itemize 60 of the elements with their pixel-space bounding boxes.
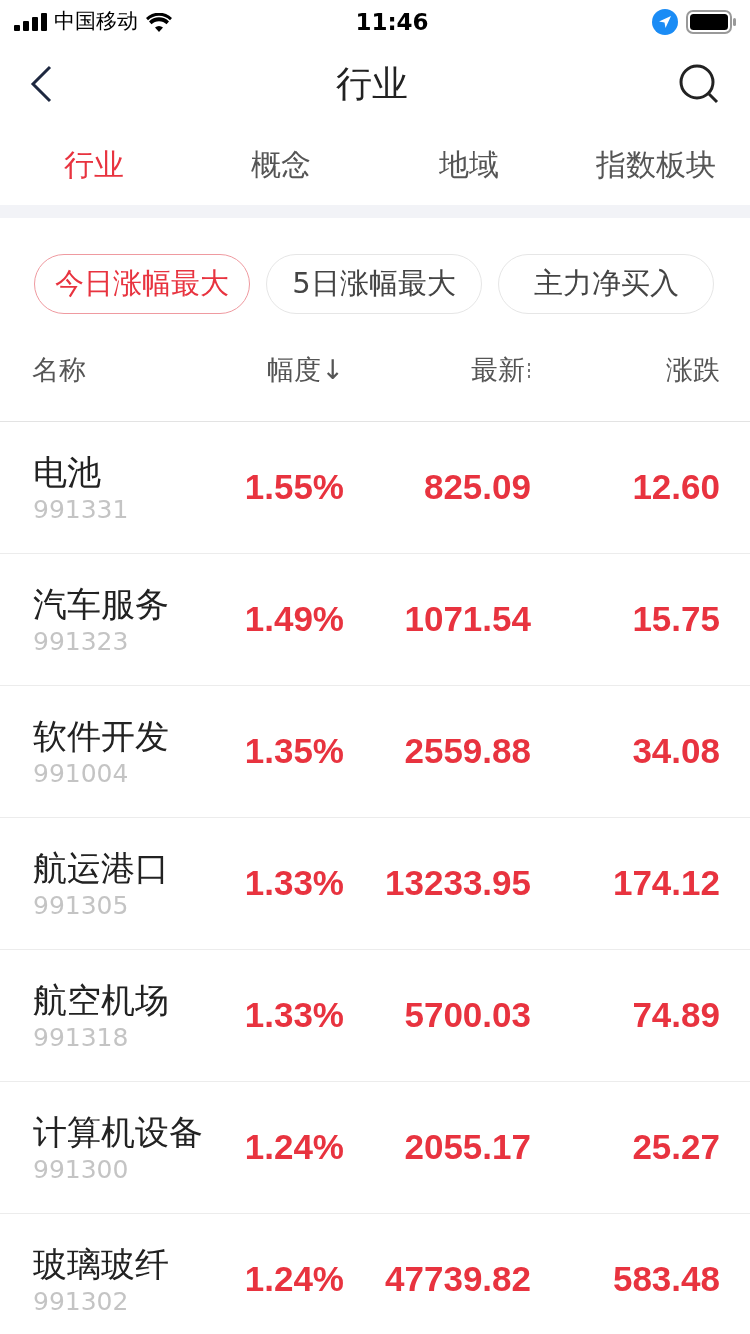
table-row[interactable]: 汽车服务 991323 1.49% 1071.54 15.75	[0, 554, 750, 686]
industry-name: 汽车服务	[33, 582, 170, 626]
table-row[interactable]: 玻璃玻纤 991302 1.24% 47739.82 583.48	[0, 1214, 750, 1334]
latest-price: 2559.88	[404, 730, 531, 773]
price-change: 34.08	[632, 730, 720, 773]
industry-code: 991318	[33, 1021, 130, 1054]
change-percent: 1.24%	[244, 1126, 344, 1169]
latest-price: 47739.82	[385, 1258, 531, 1301]
change-percent: 1.49%	[244, 598, 344, 641]
industry-name: 玻璃玻纤	[33, 1242, 170, 1286]
change-percent: 1.55%	[244, 466, 344, 509]
category-tab[interactable]: 指数板块	[596, 142, 717, 187]
latest-price: 5700.03	[404, 994, 531, 1037]
industry-code: 991300	[33, 1153, 130, 1186]
change-percent: 1.33%	[244, 994, 344, 1037]
table-row[interactable]: 电池 991331 1.55% 825.09 12.60	[0, 422, 750, 554]
category-tab[interactable]: 概念	[251, 142, 312, 187]
industry-name: 计算机设备	[33, 1110, 200, 1154]
column-header[interactable]: 幅度↓	[267, 350, 344, 391]
table-row[interactable]: 软件开发 991004 1.35% 2559.88 34.08	[0, 686, 750, 818]
back-icon[interactable]	[30, 65, 52, 103]
table-row[interactable]: 航运港口 991305 1.33% 13233.95 174.12	[0, 818, 750, 950]
price-change: 12.60	[632, 466, 720, 509]
column-header[interactable]: 涨跌	[666, 350, 720, 391]
price-change: 174.12	[612, 862, 720, 905]
latest-price: 2055.17	[404, 1126, 531, 1169]
latest-price: 825.09	[423, 466, 531, 509]
carrier-name: 中国移动	[54, 8, 138, 36]
price-change: 583.48	[612, 1258, 720, 1301]
industry-code: 991323	[33, 625, 130, 658]
table-row[interactable]: 航空机场 991318 1.33% 5700.03 74.89	[0, 950, 750, 1082]
industry-code: 991305	[33, 889, 130, 922]
industry-code: 991331	[33, 493, 130, 526]
industry-name: 软件开发	[33, 714, 170, 758]
page-title: 行业	[335, 62, 408, 106]
industry-name: 航运港口	[33, 846, 170, 890]
status-time: 11:46	[355, 7, 430, 37]
price-change: 15.75	[632, 598, 720, 641]
battery-icon	[686, 10, 736, 34]
industry-code: 991004	[33, 757, 130, 790]
price-change: 74.89	[632, 994, 720, 1037]
change-percent: 1.33%	[244, 862, 344, 905]
location-icon	[652, 9, 678, 35]
latest-price: 13233.95	[385, 862, 531, 905]
industry-name: 航空机场	[33, 978, 170, 1022]
price-change: 25.27	[632, 1126, 720, 1169]
change-percent: 1.24%	[244, 1258, 344, 1301]
search-icon[interactable]	[678, 63, 720, 105]
industry-name: 电池	[33, 450, 102, 494]
sort-icon[interactable]	[527, 360, 531, 381]
latest-price: 1071.54	[404, 598, 531, 641]
column-header[interactable]: 最新	[471, 350, 525, 391]
column-header[interactable]: 名称	[32, 350, 86, 391]
industry-code: 991302	[33, 1285, 130, 1318]
category-tab[interactable]: 地域	[438, 142, 499, 187]
wifi-icon	[146, 12, 172, 32]
category-tab[interactable]: 行业	[63, 142, 124, 187]
table-row[interactable]: 计算机设备 991300 1.24% 2055.17 25.27	[0, 1082, 750, 1214]
change-percent: 1.35%	[244, 730, 344, 773]
signal-icon	[14, 13, 48, 31]
